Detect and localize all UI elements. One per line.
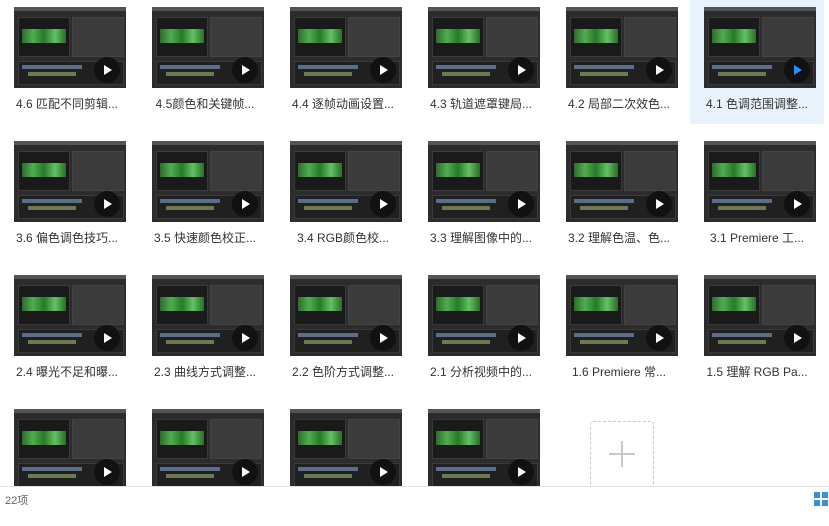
- play-icon: [646, 325, 672, 351]
- add-item-button[interactable]: [590, 421, 654, 487]
- video-title: 3.2 理解色温、色...: [567, 231, 671, 245]
- video-thumbnail: [566, 275, 678, 356]
- play-icon: [94, 459, 120, 485]
- play-icon: [784, 57, 810, 83]
- video-item[interactable]: 2.4 曝光不足和曝...: [0, 268, 134, 392]
- play-icon: [508, 459, 534, 485]
- plus-icon: [609, 441, 635, 467]
- video-item[interactable]: 3.4 RGB颜色校...: [276, 134, 410, 258]
- video-thumbnail: [428, 141, 540, 222]
- play-icon: [370, 191, 396, 217]
- video-thumbnail: [704, 141, 816, 222]
- video-item[interactable]: 3.6 偏色调色技巧...: [0, 134, 134, 258]
- play-icon: [508, 57, 534, 83]
- video-item[interactable]: 1.5 理解 RGB Pa...: [690, 268, 824, 392]
- video-thumbnail: [290, 141, 402, 222]
- video-thumbnail: [428, 275, 540, 356]
- video-thumbnail: [152, 7, 264, 88]
- item-count: 22项: [5, 495, 29, 507]
- play-icon: [232, 325, 258, 351]
- video-title: 4.3 轨道遮罩键局...: [429, 97, 533, 111]
- video-title: 1.6 Premiere 常...: [571, 365, 667, 379]
- video-item[interactable]: 3.2 理解色温、色...: [552, 134, 686, 258]
- video-item[interactable]: 3.5 快速颜色校正...: [138, 134, 272, 258]
- play-icon: [646, 191, 672, 217]
- video-thumbnail: [428, 409, 540, 490]
- video-title: 4.1 色调范围调整...: [705, 97, 809, 111]
- video-thumbnail: [290, 275, 402, 356]
- video-title: 3.5 快速颜色校正...: [153, 231, 257, 245]
- video-thumbnail: [14, 141, 126, 222]
- video-item[interactable]: 4.4 逐帧动画设置...: [276, 0, 410, 124]
- status-bar: 22项: [0, 486, 829, 509]
- file-grid: 4.6 匹配不同剪辑... 4.5颜色和关键帧... 4.4 逐帧动画设置... 4.…: [0, 0, 829, 490]
- video-thumbnail: [14, 409, 126, 490]
- video-title: 4.4 逐帧动画设置...: [291, 97, 395, 111]
- video-item[interactable]: 4.1 色调范围调整...: [690, 0, 824, 124]
- video-item[interactable]: 3.1 Premiere 工...: [690, 134, 824, 258]
- video-item[interactable]: 1.6 Premiere 常...: [552, 268, 686, 392]
- play-icon: [370, 57, 396, 83]
- play-icon: [784, 325, 810, 351]
- play-icon: [646, 57, 672, 83]
- video-item[interactable]: 4.5颜色和关键帧...: [138, 0, 272, 124]
- video-title: 2.2 色阶方式调整...: [291, 365, 395, 379]
- play-icon: [784, 191, 810, 217]
- video-title: 3.1 Premiere 工...: [709, 231, 805, 245]
- play-icon: [370, 325, 396, 351]
- video-title: 2.4 曝光不足和曝...: [15, 365, 119, 379]
- play-icon: [94, 191, 120, 217]
- play-icon: [232, 57, 258, 83]
- video-item[interactable]: 4.2 局部二次效色...: [552, 0, 686, 124]
- video-item[interactable]: 2.1 分析视频中的...: [414, 268, 548, 392]
- play-icon: [508, 191, 534, 217]
- video-title: 4.5颜色和关键帧...: [155, 97, 255, 111]
- play-icon: [370, 459, 396, 485]
- video-title: 3.6 偏色调色技巧...: [15, 231, 119, 245]
- video-title: 4.2 局部二次效色...: [567, 97, 671, 111]
- video-thumbnail: [152, 141, 264, 222]
- video-thumbnail: [566, 7, 678, 88]
- grid-view-icon[interactable]: [813, 491, 829, 507]
- video-thumbnail: [14, 7, 126, 88]
- video-title: 1.5 理解 RGB Pa...: [706, 365, 808, 379]
- play-icon: [508, 325, 534, 351]
- video-thumbnail: [14, 275, 126, 356]
- play-icon: [94, 57, 120, 83]
- video-title: 3.4 RGB颜色校...: [296, 231, 390, 245]
- video-thumbnail: [566, 141, 678, 222]
- video-title: 2.3 曲线方式调整...: [153, 365, 257, 379]
- video-thumbnail: [290, 7, 402, 88]
- play-icon: [232, 459, 258, 485]
- video-title: 3.3 理解图像中的...: [429, 231, 533, 245]
- video-thumbnail: [704, 7, 816, 88]
- video-thumbnail: [704, 275, 816, 356]
- video-thumbnail: [152, 409, 264, 490]
- video-thumbnail: [290, 409, 402, 490]
- video-item[interactable]: 2.2 色阶方式调整...: [276, 268, 410, 392]
- video-item[interactable]: 4.3 轨道遮罩键局...: [414, 0, 548, 124]
- video-item[interactable]: 2.3 曲线方式调整...: [138, 268, 272, 392]
- video-thumbnail: [152, 275, 264, 356]
- video-item[interactable]: 3.3 理解图像中的...: [414, 134, 548, 258]
- video-thumbnail: [428, 7, 540, 88]
- play-icon: [232, 191, 258, 217]
- video-item[interactable]: 4.6 匹配不同剪辑...: [0, 0, 134, 124]
- video-title: 2.1 分析视频中的...: [429, 365, 533, 379]
- video-title: 4.6 匹配不同剪辑...: [15, 97, 119, 111]
- play-icon: [94, 325, 120, 351]
